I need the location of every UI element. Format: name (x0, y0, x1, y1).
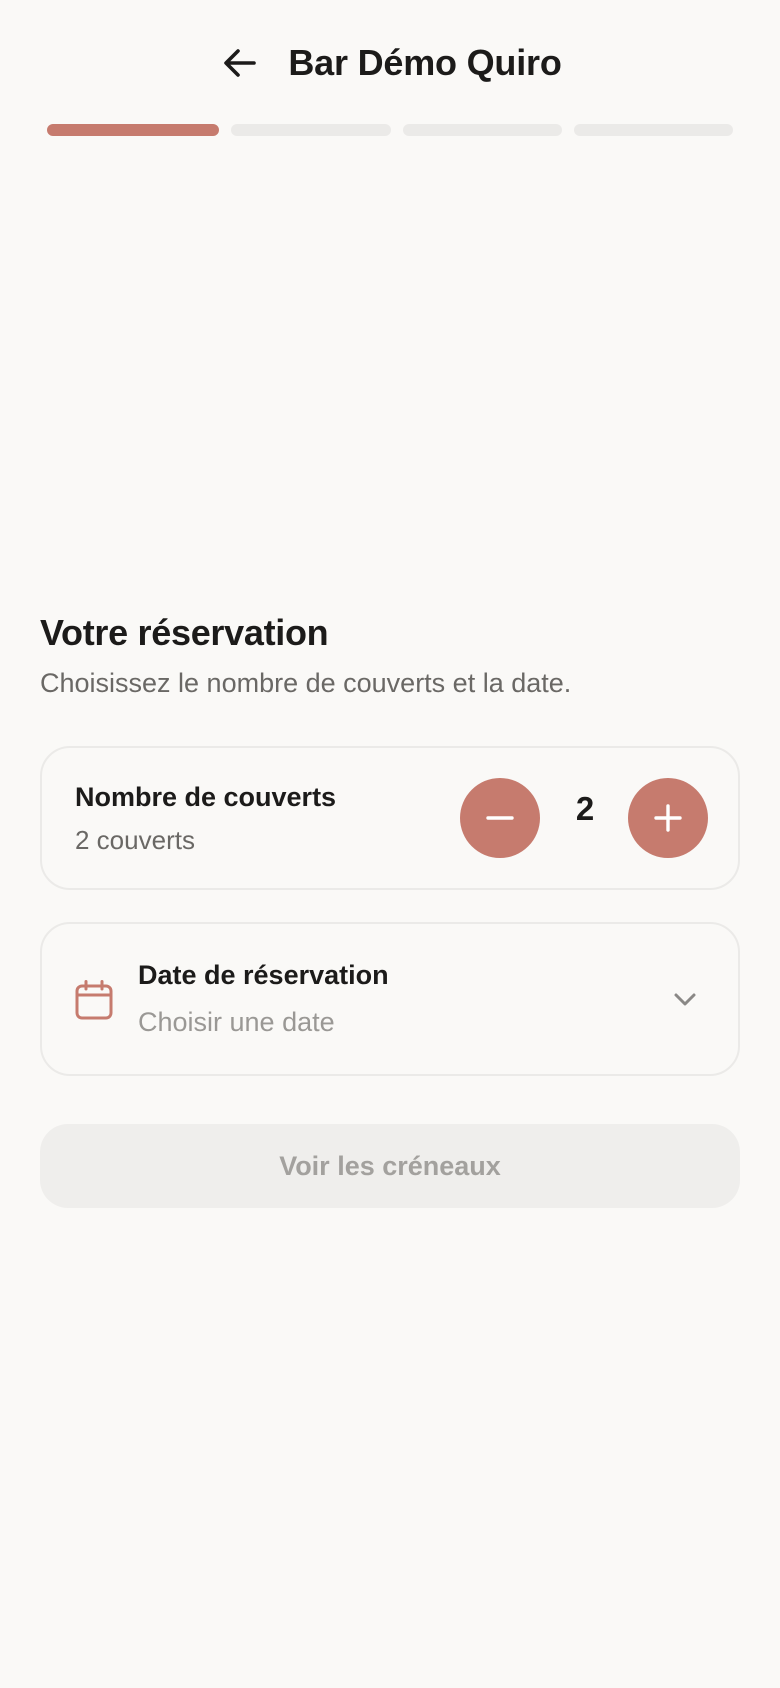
progress-step-1 (47, 124, 219, 136)
decrement-guests-button[interactable] (460, 778, 540, 858)
guests-summary: 2 couverts (75, 825, 195, 855)
reservation-page: Bar Démo Quiro Votre réservation Choisis… (0, 0, 780, 1688)
back-button[interactable] (218, 41, 262, 85)
date-label: Date de réservation (138, 960, 389, 990)
top-bar: Bar Démo Quiro (0, 0, 780, 125)
plus-icon (654, 804, 682, 832)
progress-step-3 (403, 124, 562, 136)
date-placeholder: Choisir une date (138, 1007, 335, 1037)
date-picker-field[interactable]: Date de réservation Choisir une date (40, 922, 740, 1076)
guests-count: 2 (575, 790, 595, 827)
progress-bar (47, 124, 733, 136)
header-inner: Bar Démo Quiro (218, 41, 562, 85)
progress-step-4 (574, 124, 733, 136)
view-slots-button[interactable]: Voir les créneaux (40, 1124, 740, 1208)
page-title: Bar Démo Quiro (288, 41, 562, 83)
progress-step-2 (231, 124, 391, 136)
calendar-icon (75, 980, 113, 1020)
minus-icon (486, 816, 514, 820)
section-subtitle: Choisissez le nombre de couverts et la d… (40, 668, 572, 698)
chevron-down-icon (674, 993, 696, 1006)
arrow-left-icon (224, 48, 257, 77)
guests-label: Nombre de couverts (75, 782, 337, 812)
section-title: Votre réservation (40, 612, 329, 653)
increment-guests-button[interactable] (628, 778, 708, 858)
guests-card: Nombre de couverts 2 couverts 2 (40, 746, 740, 890)
